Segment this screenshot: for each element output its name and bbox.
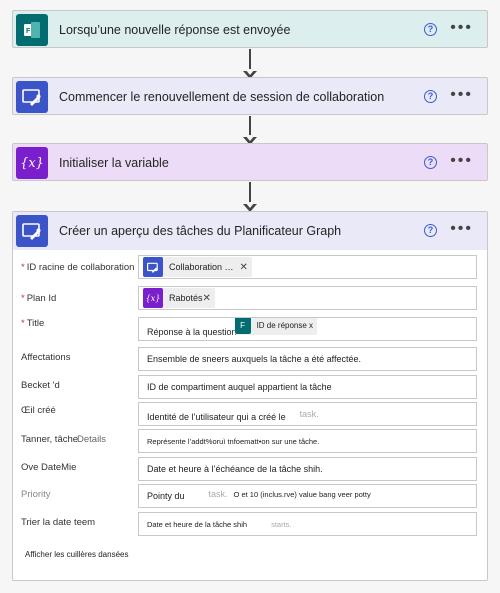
forms-icon: F [16, 14, 48, 46]
task-details-input[interactable]: Représente l’addt%oruì tnfoematt•on sur … [138, 429, 477, 453]
field-row-collaboration-root: * ID racine de collaboration Collaboratio… [21, 255, 477, 279]
field-label: Œil créé [21, 404, 56, 416]
variable-braces-icon: {x} [143, 288, 163, 308]
field-label: * Plan Id [21, 292, 57, 304]
created-by-input[interactable]: Identité de l’utilisateur qui a créé le … [138, 402, 477, 426]
field-label: * ID racine de collaboration [21, 261, 135, 273]
forms-icon: F [234, 318, 251, 334]
more-options-icon[interactable]: ••• [450, 87, 473, 103]
collaboration-root-input[interactable]: Collaboration … ✕ [138, 255, 477, 279]
field-row-title: * Title Réponse à la question F ID de rép… [21, 317, 477, 341]
field-row-assignments: Affectations Ensemble de sneers auxquels… [21, 347, 477, 371]
more-options-icon[interactable]: ••• [450, 153, 473, 169]
title-input[interactable]: Réponse à la question F ID de réponse x [138, 317, 477, 341]
show-advanced-options-link[interactable]: Afficher les cuillères dansées [25, 550, 128, 559]
graph-wrench-icon [143, 257, 163, 277]
help-icon[interactable]: ? [424, 224, 437, 237]
step-title: Lorsqu’une nouvelle réponse est envoyée [59, 23, 291, 37]
remove-token-icon[interactable]: ✕ [240, 262, 248, 273]
field-label: Becket 'd [21, 379, 60, 391]
field-row-due-date: Ove DateMie Date et heure à l’échéance d… [21, 457, 477, 481]
step-title: Créer un aperçu des tâches du Planificat… [59, 224, 342, 238]
more-options-icon[interactable]: ••• [450, 20, 473, 36]
help-icon[interactable]: ? [424, 90, 437, 103]
field-label: Affectations [21, 351, 71, 363]
field-row-start-date: Trier la date teem Date et heure de la t… [21, 512, 477, 536]
field-row-created-by: Œil créé Identité de l’utilisateur qui a… [21, 402, 477, 426]
field-label: Priority [21, 488, 51, 500]
step-title: Initialiser la variable [59, 156, 169, 170]
due-date-input[interactable]: Date et heure à l’échéance de la tâche s… [138, 457, 477, 481]
priority-input[interactable]: Pointy du task. O et 10 (inclus.rve) val… [138, 484, 477, 508]
field-row-plan-id: * Plan Id {x} Rabotés ✕ [21, 286, 477, 310]
plan-id-input[interactable]: {x} Rabotés ✕ [138, 286, 477, 310]
field-label: * Title [21, 317, 45, 329]
assignments-input[interactable]: Ensemble de sneers auxquels la tâche a é… [138, 347, 477, 371]
field-label: Ove DateMie [21, 461, 77, 473]
action-card-variable[interactable]: {x} Initialiser la variable ? ••• [12, 143, 488, 181]
help-icon[interactable]: ? [424, 156, 437, 169]
dynamic-token[interactable]: {x} Rabotés ✕ [143, 288, 215, 308]
graph-wrench-icon [16, 215, 48, 247]
graph-wrench-icon [16, 81, 48, 113]
field-row-task-details: Tanner, tâche Details Représente l’addt%… [21, 429, 477, 453]
dynamic-token[interactable]: Collaboration … ✕ [143, 257, 252, 277]
trigger-card[interactable]: F Lorsqu’une nouvelle réponse est envoyé… [12, 10, 488, 48]
help-icon[interactable]: ? [424, 23, 437, 36]
field-label: Trier la date teem [21, 516, 96, 528]
field-row-bucket-id: Becket 'd ID de compartiment auquel appa… [21, 375, 477, 399]
action-card-renew[interactable]: Commencer le renouvellement de session d… [12, 77, 488, 115]
start-date-input[interactable]: Date et heure de la tâche shih starts. [138, 512, 477, 536]
dynamic-token[interactable]: F ID de réponse x [234, 318, 318, 335]
step-title: Commencer le renouvellement de session d… [59, 90, 385, 104]
field-row-priority: Priority Pointy du task. O et 10 (inclus… [21, 484, 477, 508]
more-options-icon[interactable]: ••• [450, 221, 473, 237]
variable-braces-icon: {x} [16, 147, 48, 179]
field-label: Tanner, tâche Details [21, 433, 107, 445]
svg-text:F: F [26, 28, 31, 35]
remove-token-icon[interactable]: ✕ [203, 293, 211, 304]
bucket-id-input[interactable]: ID de compartiment auquel appartient la … [138, 375, 477, 399]
